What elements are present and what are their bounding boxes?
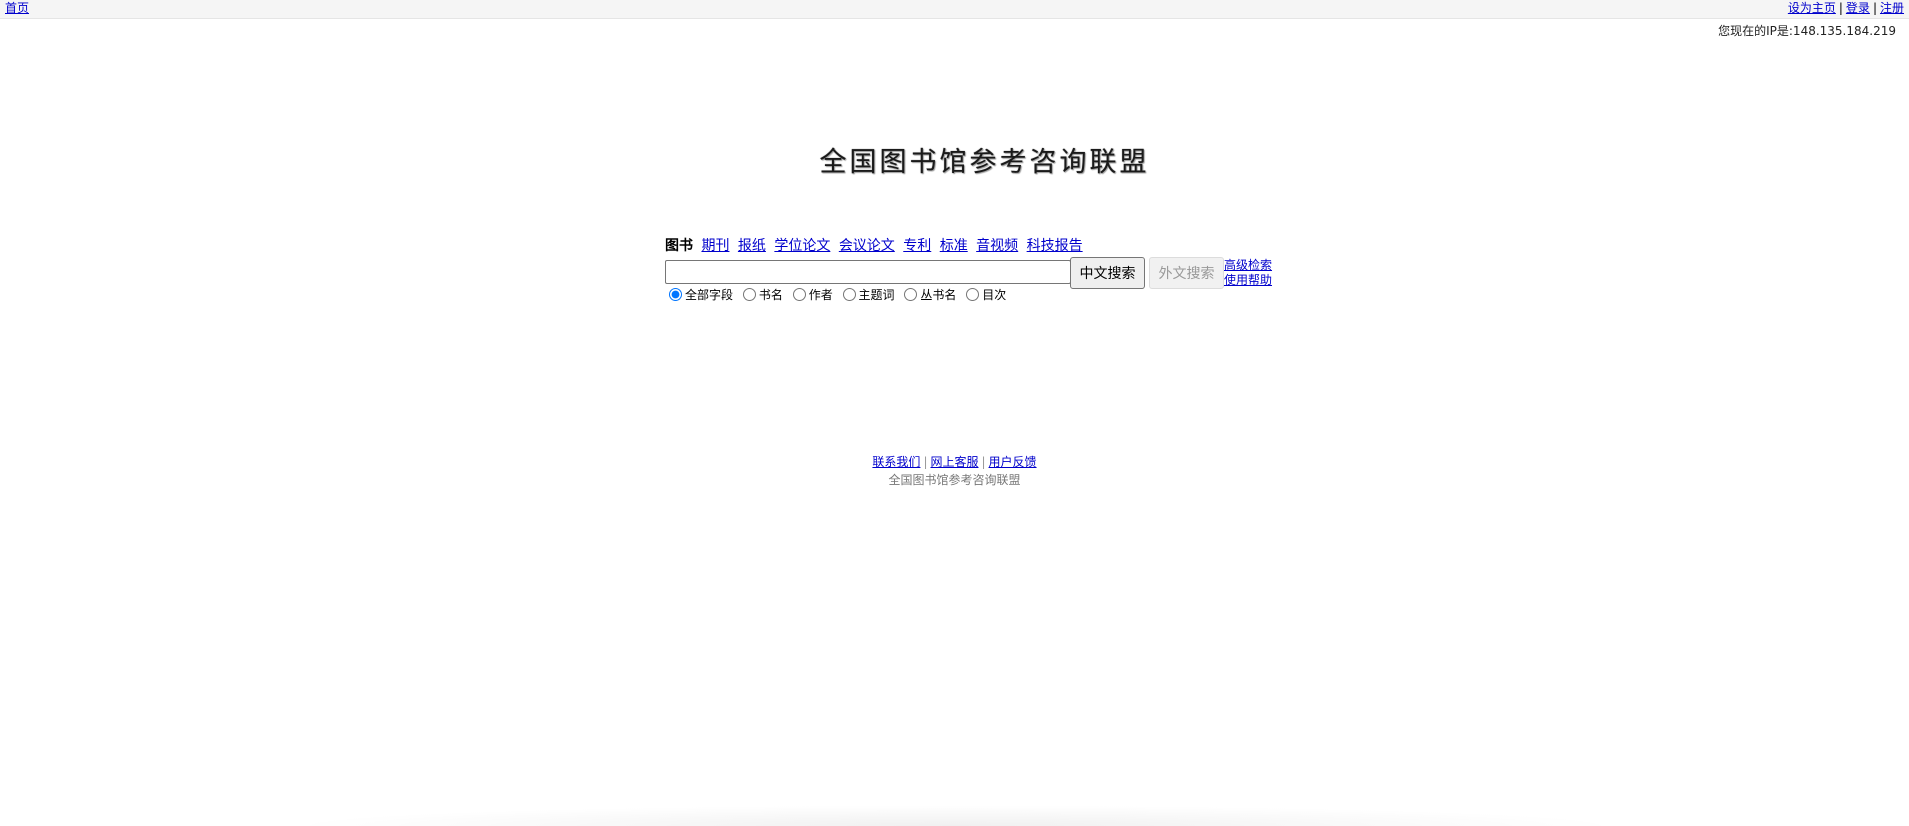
separator: | — [981, 455, 986, 469]
radio-label: 主题词 — [858, 288, 895, 302]
site-logo: 全国图书馆参考咨询联盟 — [0, 140, 1909, 179]
chinese-search-button[interactable]: 中文搜索 — [1070, 257, 1145, 289]
radio-option-toc[interactable]: 目次 — [962, 288, 1006, 302]
online-service-link[interactable]: 网上客服 — [930, 455, 978, 469]
radio-all-fields[interactable] — [669, 288, 682, 301]
radio-option-all-fields[interactable]: 全部字段 — [665, 288, 733, 302]
separator: | — [1838, 1, 1843, 15]
bottom-shadow — [280, 805, 1630, 826]
tab-books[interactable]: 图书 — [665, 238, 693, 254]
footer-copyright: 全国图书馆参考咨询联盟 — [888, 473, 1021, 487]
radio-label: 书名 — [758, 288, 783, 302]
home-link[interactable]: 首页 — [5, 0, 29, 17]
tab-patents[interactable]: 专利 — [903, 238, 931, 254]
radio-option-title[interactable]: 书名 — [739, 288, 783, 302]
radio-label: 全部字段 — [685, 288, 734, 302]
help-link[interactable]: 使用帮助 — [1224, 273, 1272, 288]
radio-label: 作者 — [808, 288, 833, 302]
tab-audio-video[interactable]: 音视频 — [976, 238, 1018, 254]
tab-journals[interactable]: 期刊 — [701, 238, 729, 254]
footer-links: 联系我们 | 网上客服 | 用户反馈 — [0, 453, 1909, 471]
search-side-links: 高级检索 使用帮助 — [1224, 258, 1272, 288]
top-right-links: 设为主页 | 登录 | 注册 — [1788, 0, 1904, 17]
set-homepage-link[interactable]: 设为主页 — [1788, 1, 1836, 15]
radio-label: 丛书名 — [920, 288, 957, 302]
top-bar: 首页 设为主页 | 登录 | 注册 — [0, 0, 1909, 19]
footer: 联系我们 | 网上客服 | 用户反馈 全国图书馆参考咨询联盟 — [0, 453, 1909, 489]
ip-address-text: 您现在的IP是:148.135.184.219 — [1718, 24, 1896, 38]
foreign-search-button[interactable]: 外文搜索 — [1149, 257, 1224, 289]
radio-option-subject[interactable]: 主题词 — [839, 288, 895, 302]
tab-tech-reports[interactable]: 科技报告 — [1027, 238, 1083, 254]
radio-label: 目次 — [982, 288, 1007, 302]
radio-series[interactable] — [904, 288, 918, 301]
category-tabs: 图书 期刊 报纸 学位论文 会议论文 专利 标准 音视频 科技报告 — [665, 237, 1087, 255]
register-link[interactable]: 注册 — [1880, 1, 1904, 15]
tab-newspapers[interactable]: 报纸 — [738, 238, 766, 254]
advanced-search-link[interactable]: 高级检索 — [1224, 258, 1272, 273]
logo-text: 全国图书馆参考咨询联盟 — [819, 147, 1150, 178]
radio-option-series[interactable]: 丛书名 — [900, 288, 956, 302]
tab-conference-papers[interactable]: 会议论文 — [839, 238, 895, 254]
login-link[interactable]: 登录 — [1846, 1, 1870, 15]
radio-author[interactable] — [792, 288, 806, 301]
tab-theses[interactable]: 学位论文 — [774, 238, 830, 254]
search-field-options: 全部字段 书名 作者 主题词 丛书名 目次 — [665, 287, 1008, 303]
radio-option-author[interactable]: 作者 — [789, 288, 833, 302]
feedback-link[interactable]: 用户反馈 — [989, 455, 1037, 469]
radio-subject[interactable] — [842, 288, 856, 301]
radio-title[interactable] — [742, 288, 756, 301]
separator: | — [923, 455, 928, 469]
tab-standards[interactable]: 标准 — [940, 238, 968, 254]
radio-toc[interactable] — [966, 288, 980, 301]
separator: | — [1872, 1, 1877, 15]
search-input[interactable] — [665, 260, 1071, 284]
contact-us-link[interactable]: 联系我们 — [872, 455, 920, 469]
